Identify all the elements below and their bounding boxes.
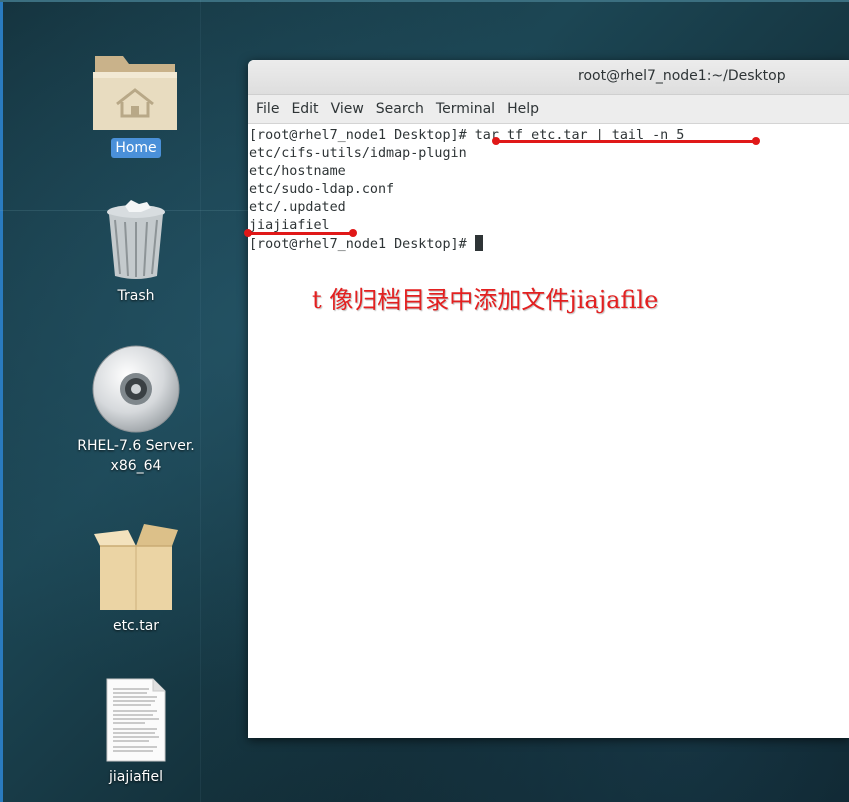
menu-edit[interactable]: Edit xyxy=(285,95,324,123)
label-line-1: RHEL-7.6 Server. xyxy=(77,438,195,454)
annotation-dot xyxy=(349,229,357,237)
annotation-dot xyxy=(244,229,252,237)
terminal-line: etc/hostname xyxy=(249,164,346,179)
terminal-menubar: File Edit View Search Terminal Help xyxy=(248,95,849,124)
annotation-dot xyxy=(752,137,760,145)
disc-icon xyxy=(92,345,180,433)
terminal-output[interactable]: [root@rhel7_node1 Desktop]# tar tf etc.t… xyxy=(248,124,849,738)
annotation-dot xyxy=(492,137,500,145)
terminal-cursor xyxy=(474,235,483,251)
terminal-prompt: [root@rhel7_node1 Desktop]# xyxy=(249,237,475,252)
desktop-icon-home[interactable]: Home xyxy=(71,48,201,158)
terminal-line: etc/cifs-utils/idmap-plugin xyxy=(249,146,467,161)
desktop-icon-label: RHEL-7.6 Server. x86_64 xyxy=(73,436,199,476)
desktop-icon-label: Home xyxy=(111,138,161,158)
annotation-underline-filename xyxy=(247,232,354,235)
desktop-icon-label: jiajiafiel xyxy=(108,769,164,785)
desktop-icon-etc-tar[interactable]: etc.tar xyxy=(71,520,201,636)
desktop-icon-label: Trash xyxy=(117,288,155,304)
desktop-icon-rhel-disc[interactable]: RHEL-7.6 Server. x86_64 xyxy=(71,344,201,476)
trash-icon xyxy=(107,200,165,279)
desktop-icon-jiajiafiel[interactable]: jiajiafiel xyxy=(71,677,201,787)
terminal-titlebar[interactable]: root@rhel7_node1:~/Desktop xyxy=(248,60,849,95)
desktop-icon-trash[interactable]: Trash xyxy=(71,200,201,306)
top-panel-edge xyxy=(0,0,849,2)
terminal-prompt-line: [root@rhel7_node1 Desktop]# xyxy=(249,235,849,253)
label-line-2: x86_64 xyxy=(110,458,162,474)
menu-search[interactable]: Search xyxy=(370,95,430,123)
terminal-line: etc/.updated xyxy=(249,200,346,215)
desktop-icon-label: etc.tar xyxy=(112,618,160,634)
text-document-icon xyxy=(106,678,166,762)
annotation-note: t 像归档目录中添加文件jiajafile xyxy=(312,286,659,314)
menu-file[interactable]: File xyxy=(250,95,285,123)
terminal-line: etc/sudo-ldap.conf xyxy=(249,182,395,197)
menu-help[interactable]: Help xyxy=(501,95,545,123)
menu-terminal[interactable]: Terminal xyxy=(430,95,501,123)
window-title: root@rhel7_node1:~/Desktop xyxy=(578,68,786,84)
terminal-window[interactable]: root@rhel7_node1:~/Desktop File Edit Vie… xyxy=(248,60,849,738)
left-panel-edge xyxy=(0,0,3,802)
annotation-underline-command xyxy=(495,140,757,143)
menu-view[interactable]: View xyxy=(325,95,370,123)
home-folder-icon xyxy=(93,56,177,130)
archive-icon xyxy=(94,524,178,610)
